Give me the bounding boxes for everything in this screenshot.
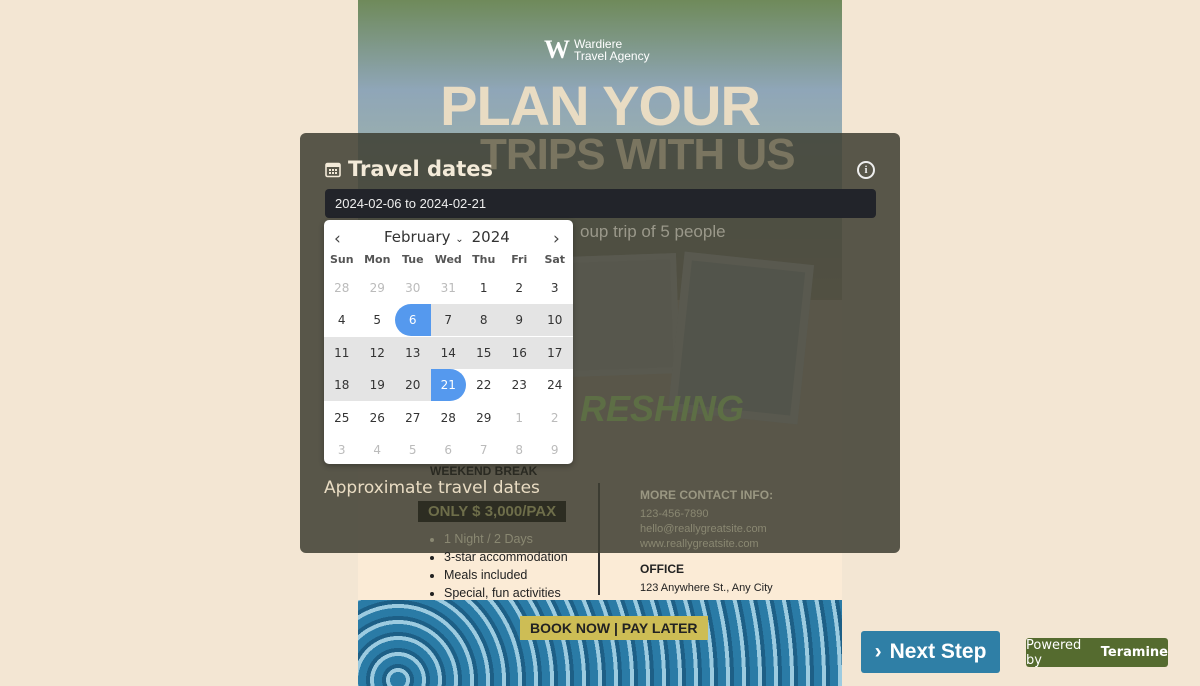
calendar-day[interactable]: 7 [466, 434, 502, 466]
weekday-label: Wed [434, 253, 462, 266]
feature-item: 3-star accommodation [444, 548, 568, 566]
calendar-day[interactable]: 24 [537, 369, 573, 401]
agency-logo: W Wardiere Travel Agency [544, 35, 650, 64]
calendar-day[interactable]: 5 [395, 434, 431, 466]
waves-illustration [358, 600, 842, 686]
weekday-label: Fri [511, 253, 528, 266]
calendar-day[interactable]: 7 [430, 304, 466, 337]
next-month-icon[interactable]: › [553, 229, 560, 249]
calendar-day[interactable]: 4 [360, 434, 396, 466]
calendar-day[interactable]: 2 [502, 272, 538, 304]
weekday-label: Sat [544, 253, 566, 266]
weekend-label: WEEKEND BREAK [430, 464, 538, 478]
calendar-day[interactable]: 19 [359, 369, 395, 402]
calendar-day[interactable]: 8 [502, 434, 538, 466]
weekday-label: Sun [329, 253, 354, 266]
calendar-day[interactable]: 23 [502, 369, 538, 401]
powered-by-badge[interactable]: Powered by Teramine [1026, 638, 1168, 668]
feature-item: 1 Night / 2 Days [444, 530, 568, 548]
weekday-label: Mon [364, 253, 391, 266]
calendar-day[interactable]: 27 [395, 402, 431, 434]
weekday-label: Tue [401, 253, 424, 266]
calendar-day[interactable]: 29 [466, 402, 502, 434]
price-badge: ONLY $ 3,000/PAX [418, 501, 567, 522]
weekday-label: Thu [472, 253, 496, 266]
date-picker: ‹ › February ⌄ 2024 Sun Mon Tue Wed Thu Fri Sa… [324, 220, 573, 464]
calendar-day[interactable]: 14 [430, 336, 466, 369]
calendar-day[interactable]: 29 [360, 272, 396, 304]
poster-title-1: PLAN YOUR [440, 74, 761, 137]
calendar-day[interactable]: 22 [466, 369, 502, 401]
calendar-day[interactable]: 1 [466, 272, 502, 304]
next-step-button[interactable]: › Next Step [861, 631, 1000, 673]
section-title: Travel dates [325, 157, 493, 181]
prev-month-icon[interactable]: ‹ [334, 229, 341, 249]
contact-info: MORE CONTACT INFO: 123-456-7890 hello@re… [640, 488, 774, 594]
calendar-day[interactable]: 17 [537, 336, 573, 369]
calendar-day[interactable]: 10 [537, 304, 573, 337]
poster-headline: RESHING [580, 388, 745, 429]
calendar-day[interactable]: 6 [431, 434, 467, 466]
calendar-day[interactable]: 9 [501, 304, 537, 337]
calendar-day[interactable]: 2 [537, 402, 573, 434]
month-select[interactable]: February ⌄ [384, 228, 464, 246]
calendar-day[interactable]: 15 [466, 336, 502, 369]
calendar-day[interactable]: 11 [324, 336, 360, 369]
calendar-day[interactable]: 28 [431, 402, 467, 434]
calendar-icon [325, 162, 341, 177]
date-range-input[interactable] [325, 189, 876, 218]
book-now-banner: BOOK NOW | PAY LATER [520, 616, 708, 640]
calendar-day[interactable]: 12 [359, 336, 395, 369]
poster-title-2: TRIPS WITH US [480, 130, 796, 179]
chevron-right-icon: › [874, 640, 882, 663]
feature-item: Special, fun activities [444, 584, 568, 602]
calendar-day[interactable]: 13 [395, 336, 431, 369]
calendar-day[interactable]: 1 [502, 402, 538, 434]
calendar-day[interactable]: 18 [324, 369, 360, 402]
approximate-dates-label: Approximate travel dates [324, 478, 540, 498]
calendar-day[interactable]: 8 [466, 304, 502, 337]
feature-item: Meals included [444, 566, 568, 584]
calendar-day[interactable]: 25 [324, 402, 360, 434]
calendar-day[interactable]: 21 [430, 369, 466, 402]
calendar-day[interactable]: 20 [395, 369, 431, 402]
calendar-day[interactable]: 31 [431, 272, 467, 304]
calendar-day[interactable]: 5 [360, 304, 396, 336]
calendar-day[interactable]: 9 [537, 434, 573, 466]
chevron-down-icon: ⌄ [455, 234, 464, 245]
feature-list: 1 Night / 2 Days 3-star accommodation Me… [428, 530, 568, 602]
poster-subtitle: oup trip of 5 people [580, 222, 726, 241]
calendar-day[interactable]: 26 [360, 402, 396, 434]
calendar-day[interactable]: 3 [537, 272, 573, 304]
calendar-day[interactable]: 28 [324, 272, 360, 304]
year-input[interactable]: 2024 [472, 228, 510, 246]
calendar-day[interactable]: 3 [324, 434, 360, 466]
info-icon[interactable]: i [857, 161, 875, 179]
calendar-day[interactable]: 6 [395, 304, 431, 337]
calendar-day[interactable]: 4 [324, 304, 360, 336]
calendar-day[interactable]: 30 [395, 272, 431, 304]
calendar-day[interactable]: 16 [501, 336, 537, 369]
